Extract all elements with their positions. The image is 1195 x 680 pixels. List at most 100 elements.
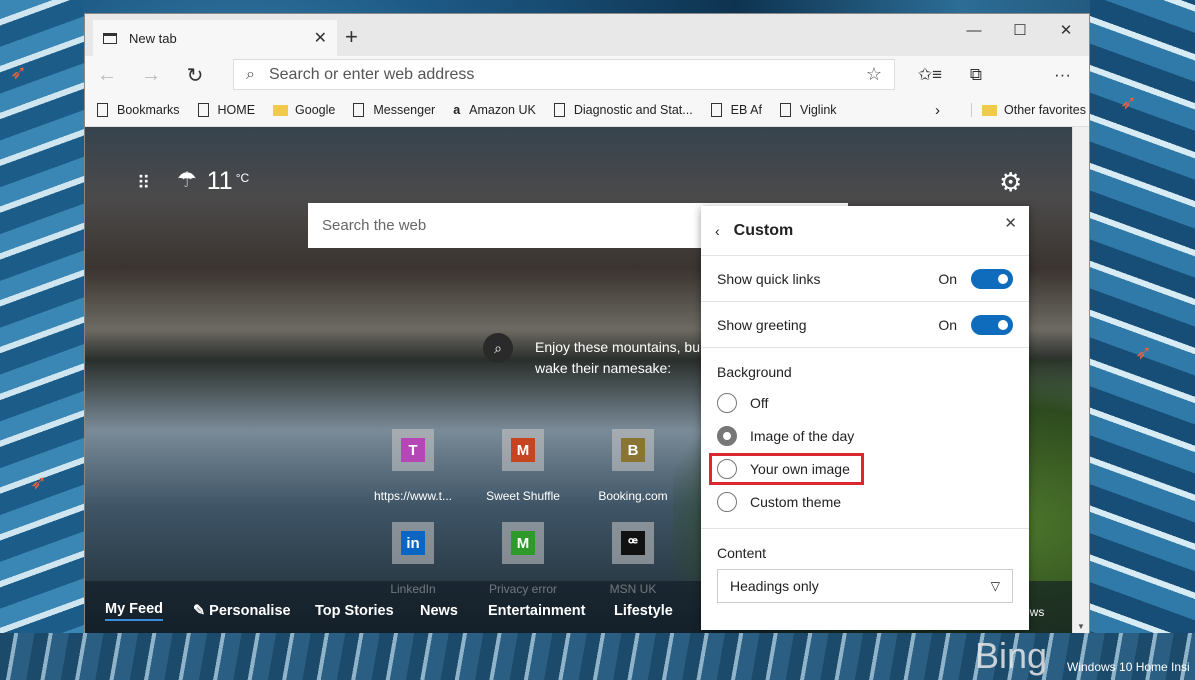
option-label: Custom theme	[750, 493, 842, 510]
background-option[interactable]: Off	[701, 386, 1029, 419]
bookmark-item[interactable]: Google	[273, 103, 335, 117]
scroll-down-icon[interactable]: ▼	[1077, 622, 1085, 631]
bookmarks-overflow-icon[interactable]: ›	[935, 102, 940, 119]
row-label: Show greeting	[717, 316, 807, 333]
apps-grid-icon[interactable]: ⠿	[137, 173, 150, 194]
radio-button[interactable]	[717, 425, 737, 446]
quick-link-tile: T	[392, 429, 434, 471]
new-tab-page: ⠿ ☂ 11 °C ⚙ Search the web ⌕ Enjoy these…	[85, 127, 1073, 633]
amazon-icon: a	[453, 103, 461, 117]
site-icon: in	[401, 531, 425, 555]
background-option[interactable]: Custom theme	[701, 485, 1029, 518]
bookmark-item[interactable]: HOME	[197, 103, 256, 117]
toggle-state: On	[938, 316, 957, 333]
quick-link[interactable]: M Sweet Shuffle	[463, 429, 583, 503]
site-icon: B	[621, 438, 645, 462]
option-label: Image of the day	[750, 427, 855, 444]
chevron-down-icon: ▽	[990, 579, 1000, 593]
favorites-button[interactable]: ✩≡	[907, 65, 953, 85]
maximize-button[interactable]: ☐	[997, 14, 1043, 46]
close-window-button[interactable]: ✕	[1043, 14, 1089, 46]
feed-tab[interactable]: ✎ Personalise	[193, 603, 291, 619]
quick-link[interactable]: Thttps://www.t...	[353, 429, 473, 503]
content-dropdown[interactable]: Headings only ▽	[717, 569, 1013, 603]
folder-icon	[982, 104, 997, 116]
back-button[interactable]: ←	[85, 64, 129, 87]
bookmarks-bar: Bookmarks HOME Google Messenger a Amazon UK Di…	[85, 94, 1089, 127]
weather-icon: ☂	[177, 167, 197, 192]
page-icon	[97, 103, 108, 117]
other-favorites[interactable]: Other favorites	[971, 103, 1086, 117]
radio-button[interactable]	[717, 392, 737, 413]
background-heading: Background	[717, 364, 792, 380]
folder-icon	[273, 104, 289, 116]
flamingo-icon: ➶	[30, 472, 47, 494]
page-icon	[710, 103, 722, 117]
address-bar[interactable]: ⌕ Search or enter web address ☆	[233, 59, 895, 90]
bookmark-item[interactable]: Viglink	[779, 103, 837, 117]
toggle-state: On	[938, 270, 957, 287]
search-icon: ⌕	[246, 65, 255, 83]
new-tab-button[interactable]: +	[345, 24, 358, 50]
highlight-box	[709, 453, 864, 485]
bookmark-label: Amazon UK	[469, 103, 536, 117]
tab-new-tab[interactable]: New tab ✕	[93, 20, 337, 56]
dropdown-value: Headings only	[730, 578, 819, 594]
bookmark-item[interactable]: Bookmarks	[97, 103, 180, 117]
page-icon	[197, 103, 209, 117]
site-icon: T	[401, 438, 425, 462]
bookmark-item[interactable]: Diagnostic and Stat...	[553, 103, 693, 117]
panel-title: Custom	[733, 221, 794, 239]
settings-gear-icon[interactable]: ⚙	[999, 167, 1022, 198]
bookmark-label: Bookmarks	[117, 103, 180, 117]
greeting-row: Show greeting On	[701, 302, 1029, 348]
minimize-button[interactable]: —	[951, 14, 997, 46]
bookmark-item[interactable]: Messenger	[353, 103, 435, 117]
page-icon	[779, 103, 791, 117]
other-favorites-label: Other favorites	[1004, 103, 1086, 117]
feed-tab[interactable]: Lifestyle	[614, 603, 673, 619]
quick-link-tile: in	[392, 522, 434, 564]
site-icon: ꟹ	[621, 531, 645, 555]
feed-tab[interactable]: News	[420, 603, 458, 619]
content-heading: Content	[717, 545, 767, 561]
collections-button[interactable]: ⧉	[953, 65, 999, 85]
bing-logo: Bing	[975, 635, 1048, 676]
back-icon[interactable]: ‹	[715, 223, 720, 239]
bookmark-label: Diagnostic and Stat...	[573, 103, 693, 117]
address-placeholder: Search or enter web address	[268, 65, 475, 83]
bookmark-item[interactable]: a Amazon UK	[453, 103, 536, 117]
more-button[interactable]: ···	[999, 65, 1089, 85]
background-option[interactable]: Your own image	[701, 452, 1029, 485]
row-label: Show quick links	[717, 270, 821, 287]
option-label: Off	[750, 394, 769, 411]
weather-widget[interactable]: ☂ 11 °C	[177, 167, 249, 196]
os-watermark: Windows 10 Home Insi	[1067, 660, 1190, 674]
tab-title: New tab	[129, 30, 177, 46]
image-info-text: Enjoy these mountains, bu wake their nam…	[535, 339, 700, 376]
bookmark-label: Google	[295, 103, 336, 117]
favorite-star-icon[interactable]: ☆	[866, 64, 882, 85]
feed-tab[interactable]: My Feed	[105, 601, 164, 621]
tab-close-icon[interactable]: ✕	[314, 28, 327, 48]
refresh-button[interactable]: ↻	[173, 63, 217, 88]
quick-link-label: Sweet Shuffle	[486, 489, 560, 503]
bookmark-item[interactable]: EB Af	[710, 103, 762, 117]
feed-tab[interactable]: Entertainment	[488, 603, 586, 619]
scrollbar[interactable]: ▼	[1072, 127, 1089, 633]
close-panel-icon[interactable]: ✕	[1004, 214, 1017, 232]
quick-link[interactable]: B Booking.com	[573, 429, 693, 503]
radio-button[interactable]	[717, 491, 737, 512]
page-icon	[553, 103, 565, 117]
quick-links-toggle[interactable]	[971, 268, 1013, 289]
flamingo-icon: ➶	[10, 62, 27, 84]
quick-link-tile: ꟹ	[612, 522, 654, 564]
image-info-icon[interactable]: ⌕	[483, 333, 513, 363]
feed-tab[interactable]: Top Stories	[315, 603, 394, 619]
greeting-toggle[interactable]	[971, 314, 1013, 335]
tab-page-icon	[103, 32, 117, 44]
site-icon: M	[511, 438, 535, 462]
forward-button[interactable]: →	[129, 64, 173, 87]
background-option[interactable]: Image of the day	[701, 419, 1029, 452]
bookmark-label: HOME	[217, 103, 256, 117]
